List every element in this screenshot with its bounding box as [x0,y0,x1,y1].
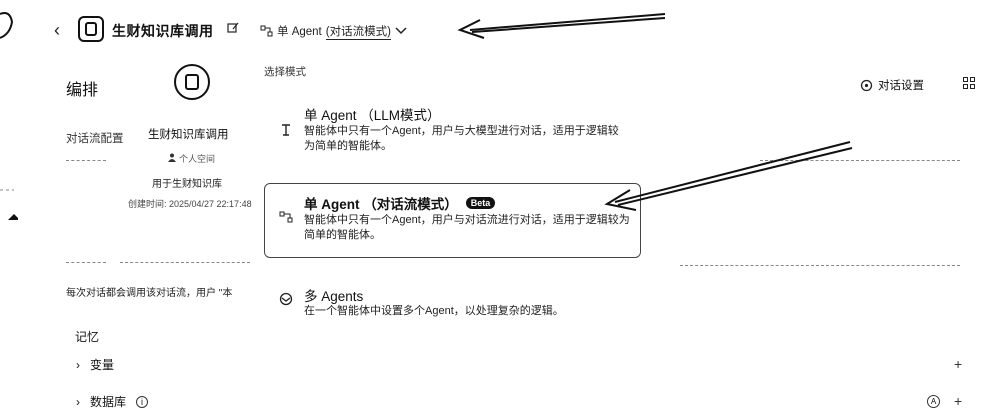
user-icon [168,153,176,164]
mode-selector-button[interactable]: 单 Agent (对话流模式) [260,21,407,41]
option-llm-title[interactable]: 单 Agent （LLM模式） [304,104,441,124]
annotation-arrow-top [457,13,666,39]
workflow-icon [260,25,273,37]
app-title: 生财知识库调用 [112,23,214,39]
separator [66,262,106,263]
choose-mode-label: 选择模式 [264,66,306,78]
separator [680,265,960,266]
variable-label: 变量 [90,358,115,372]
chevron-right-icon: › [76,394,80,409]
database-label: 数据库 [90,395,127,409]
separator [760,160,960,161]
beta-badge: Beta [465,197,496,209]
mode-main-label: 单 Agent [277,26,322,38]
owner-label: 个人空间 [179,154,216,164]
edit-icon[interactable] [227,22,239,34]
settings-icon [860,79,873,92]
chevron-left-icon: ‹ [54,20,60,40]
option-workflow-desc: 智能体中只有一个Agent，用户与对话流进行对话，适用于逻辑较为简单的智能体。 [304,214,630,241]
option-workflow-title: 单 Agent （对话流模式） [304,197,458,212]
back-button[interactable]: ‹ [54,20,60,41]
mode-sub-label: (对话流模式) [325,23,391,40]
separator [66,160,106,161]
add-variable-button[interactable]: + [954,356,962,372]
bot-name: 生财知识库调用 [148,129,229,141]
separator [120,262,250,263]
created-time: 创建时间: 2025/04/27 22:17:48 [128,199,252,209]
chevron-down-icon [395,27,407,35]
section-title: 编排 [66,82,99,99]
info-icon[interactable]: i [136,395,149,408]
bot-description: 用于生财知识库 [152,179,222,190]
auto-icon[interactable]: A [927,395,940,408]
chat-settings-button[interactable]: 对话设置 [860,77,924,93]
database-row[interactable]: › 数据库 i [76,393,149,410]
annotation-arrow-middle [604,141,853,211]
llm-mode-icon [279,123,293,137]
flow-note: 每次对话都会调用该对话流，用户 "本 [66,288,233,299]
memory-title: 记忆 [75,330,100,344]
workflow-mode-icon [279,211,293,223]
chevron-right-icon: › [76,357,80,372]
collapse-arrow-icon [8,214,18,220]
option-multi-desc: 在一个智能体中设置多个Agent，以处理复杂的逻辑。 [304,305,564,317]
flow-config-label: 对话流配置 [66,133,124,145]
option-workflow-title-row[interactable]: 单 Agent （对话流模式） Beta [304,193,496,213]
option-llm-desc: 智能体中只有一个Agent，用户与大模型进行对话，适用于逻辑较为简单的智能体。 [304,125,619,152]
add-database-button[interactable]: + [954,393,962,409]
bot-avatar [174,64,210,100]
option-multi-title[interactable]: 多 Agents [304,285,363,305]
owner-info: 个人空间 [168,152,215,165]
left-edge-fragment [0,12,18,220]
variable-row[interactable]: › 变量 [76,356,114,373]
grid-icon[interactable] [963,77,975,89]
multi-agent-icon [279,292,293,306]
chat-settings-label: 对话设置 [878,80,924,92]
app-logo [78,16,104,42]
